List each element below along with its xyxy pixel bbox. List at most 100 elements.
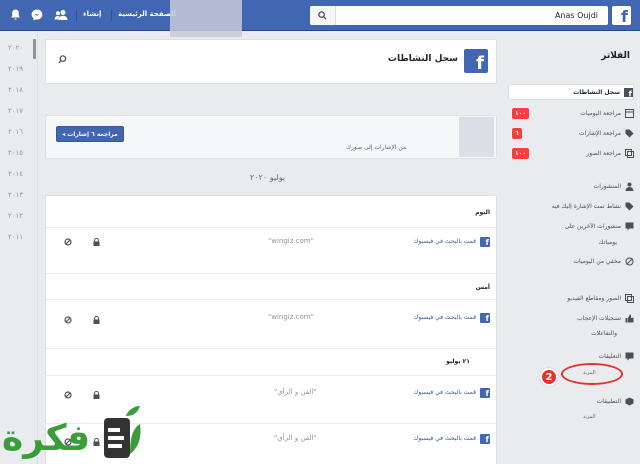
- delete-icon[interactable]: [64, 316, 72, 326]
- activity-action-text[interactable]: قمت بالبحث في فيسبوك: [413, 314, 476, 321]
- count-badge: ١٠٠: [512, 147, 529, 159]
- count-badge: ٦: [512, 127, 522, 139]
- page-title: سجل النشاطات: [387, 54, 458, 64]
- divider: [46, 375, 496, 376]
- review-thumbnail: [459, 117, 494, 157]
- sidebar-item-others-posts[interactable]: منشورات الآخرين على: [565, 218, 634, 234]
- sidebar-item-label: مراجعة اليوميات: [580, 109, 621, 117]
- sidebar-item-label: التعليقات: [598, 352, 621, 360]
- sidebar-item-tagged-activity[interactable]: نشاط تمت الإشارة إليك فيه: [552, 198, 634, 214]
- sidebar-item-label: نشاط تمت الإشارة إليك فيه: [551, 202, 621, 210]
- create-link[interactable]: إنشاء: [83, 10, 101, 18]
- facebook-icon: f: [480, 237, 490, 247]
- search-query[interactable]: "الفن و الرأي": [274, 434, 317, 442]
- sidebar-item-tag-review[interactable]: ٦ مراجعة الإشارات: [508, 125, 634, 141]
- year-link[interactable]: ٢٠١٥: [8, 149, 23, 157]
- sidebar-item-label: سجل النشاطات: [573, 88, 620, 96]
- search-query[interactable]: "wingiz.com": [268, 313, 314, 321]
- sidebar-item-likes[interactable]: تسجيلات الإعجاب: [577, 310, 634, 326]
- facebook-icon: f: [464, 49, 488, 73]
- divider: [46, 227, 496, 228]
- divider: [46, 299, 496, 300]
- review-description: من الإشارات إلى صورك: [346, 144, 407, 151]
- sidebar-item-photos-videos[interactable]: الصور ومقاطع الفيديو: [567, 290, 634, 306]
- sidebar-item-label: منشورات الآخرين على: [564, 222, 621, 230]
- sidebar-item-posts[interactable]: المنشورات: [594, 178, 634, 194]
- svg-text:f: f: [629, 89, 633, 97]
- more-link[interactable]: المزيد: [583, 414, 596, 420]
- sidebar-item-apps[interactable]: التطبيقات: [597, 393, 634, 409]
- facebook-logo[interactable]: f: [612, 6, 631, 25]
- delete-icon[interactable]: [64, 238, 72, 248]
- sidebar-item-label: يومياتك: [598, 238, 617, 246]
- count-badge: ١٠٠: [512, 107, 529, 119]
- filters-sidebar: الفلاتر سجل النشاطات f ١٠٠ مراجعة اليومي…: [505, 31, 640, 464]
- search-query[interactable]: "wingiz.com": [268, 237, 314, 245]
- hidden-icon: [625, 257, 634, 266]
- top-navigation-bar: إنشاء الصفحة الرئيسية f: [0, 0, 640, 31]
- sidebar-item-label: مراجعة الإشارات: [578, 129, 621, 137]
- year-link[interactable]: ٢٠١١: [8, 233, 23, 241]
- search-query[interactable]: "الفن و الرأي": [274, 388, 317, 396]
- topbar-divider: [76, 9, 77, 21]
- tag-icon: [625, 202, 634, 211]
- sidebar-item-timeline-review[interactable]: ١٠٠ مراجعة اليوميات: [508, 105, 634, 121]
- comment-icon: [625, 352, 634, 361]
- review-tags-button[interactable]: ◂ مراجعة ٦ إشارات: [56, 126, 124, 142]
- year-link[interactable]: ٢٠١٣: [8, 191, 23, 199]
- sidebar-item-label: مراجعة الصور: [586, 149, 621, 157]
- facebook-icon: f: [480, 313, 490, 323]
- photos-icon: [625, 148, 634, 158]
- messenger-icon[interactable]: [30, 8, 44, 22]
- search-button[interactable]: [310, 6, 336, 25]
- activity-action-text[interactable]: قمت بالبحث في فيسبوك: [413, 435, 476, 442]
- section-heading: أمس: [475, 284, 490, 291]
- apps-icon: [625, 397, 634, 406]
- divider: [46, 273, 496, 274]
- profile-redacted-area: [170, 0, 242, 37]
- lock-icon[interactable]: [93, 315, 100, 326]
- highlight-circle: [561, 363, 623, 385]
- sidebar-item-label-continued[interactable]: والتفاعلات: [591, 325, 621, 341]
- timeline-icon: [625, 108, 634, 118]
- person-icon: [625, 182, 634, 191]
- search-icon: [318, 11, 327, 20]
- notifications-icon[interactable]: [8, 8, 22, 22]
- search-box: [310, 6, 608, 25]
- section-heading: ٢١ يوليو: [446, 358, 470, 365]
- year-link[interactable]: ٢٠١٨: [8, 86, 23, 94]
- lock-icon[interactable]: [93, 237, 100, 248]
- facebook-icon: f: [624, 87, 633, 97]
- divider: [46, 348, 496, 349]
- photos-icon: [625, 293, 634, 303]
- facebook-icon: f: [480, 434, 490, 444]
- year-link[interactable]: ٢٠١٩: [8, 65, 23, 73]
- watermark-logo: فكرة: [0, 400, 160, 464]
- comment-icon: [625, 222, 634, 231]
- year-link[interactable]: ٢٠١٧: [8, 107, 23, 115]
- sidebar-item-activity-log[interactable]: سجل النشاطات f: [508, 84, 634, 100]
- sidebar-item-label: الصور ومقاطع الفيديو: [567, 294, 621, 302]
- activity-action-text[interactable]: قمت بالبحث في فيسبوك: [413, 238, 476, 245]
- sidebar-item-comments[interactable]: التعليقات: [598, 348, 634, 364]
- friends-icon[interactable]: [54, 8, 68, 22]
- year-link[interactable]: ٢٠٢٠: [8, 44, 23, 52]
- sidebar-item-label: مخفي من اليوميات: [573, 257, 621, 265]
- tag-icon: [625, 129, 634, 138]
- chevron-left-icon: ◂: [62, 130, 66, 138]
- sidebar-item-label-continued[interactable]: يومياتك: [599, 234, 621, 250]
- home-link[interactable]: الصفحة الرئيسية: [118, 10, 176, 18]
- search-icon[interactable]: [58, 55, 67, 66]
- section-heading: اليوم: [475, 209, 490, 216]
- sidebar-item-hidden-from-timeline[interactable]: مخفي من اليوميات: [573, 253, 634, 269]
- sidebar-item-photo-review[interactable]: ١٠٠ مراجعة الصور: [508, 145, 634, 161]
- sidebar-item-label: تسجيلات الإعجاب: [577, 314, 621, 322]
- year-link[interactable]: ٢٠١٢: [8, 212, 23, 220]
- year-link[interactable]: ٢٠١٤: [8, 170, 23, 178]
- review-tags-label: مراجعة ٦ إشارات: [67, 130, 118, 138]
- activity-log-header: سجل النشاطات f: [45, 39, 497, 84]
- search-input[interactable]: [340, 6, 602, 25]
- year-link[interactable]: ٢٠١٦: [8, 128, 23, 136]
- activity-action-text[interactable]: قمت بالبحث في فيسبوك: [413, 389, 476, 396]
- topbar-divider: [111, 9, 112, 21]
